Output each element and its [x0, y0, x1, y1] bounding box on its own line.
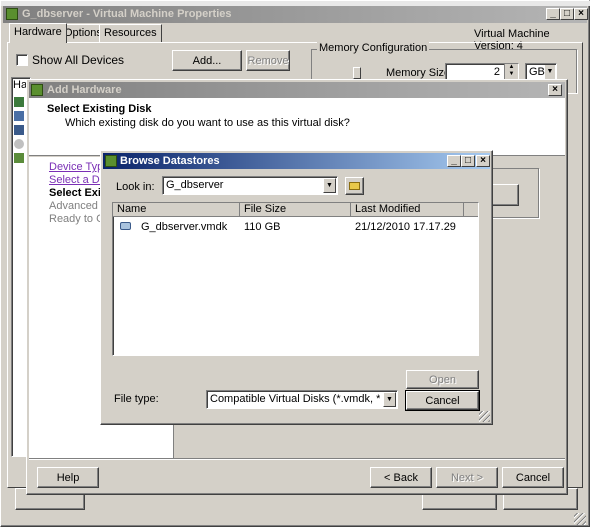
- memory-size-label: Memory Size:: [386, 67, 454, 79]
- vm-properties-title: G_dbserver - Virtual Machine Properties: [22, 8, 232, 20]
- memory-configuration-label: Memory Configuration: [317, 42, 430, 54]
- vm-icon: [6, 8, 18, 20]
- wizard-separator: [29, 458, 565, 460]
- column-name[interactable]: Name: [113, 203, 240, 217]
- memory-size-value: 2: [493, 66, 500, 78]
- next-button[interactable]: Next >: [436, 467, 498, 488]
- look-in-select[interactable]: G_dbserver ▼: [162, 176, 338, 195]
- browse-titlebar[interactable]: Browse Datastores _ □ ×: [103, 153, 490, 169]
- show-all-devices-label: Show All Devices: [32, 53, 125, 67]
- cdrom-icon: [14, 139, 24, 149]
- chevron-down-icon: ▼: [383, 392, 396, 407]
- remove-device-button[interactable]: Remove: [246, 50, 290, 71]
- browse-icon: [105, 155, 117, 167]
- chevron-down-icon: ▼: [545, 65, 555, 79]
- resize-grip-icon[interactable]: [574, 513, 586, 525]
- folder-up-glyph: [349, 182, 360, 190]
- back-button[interactable]: < Back: [370, 467, 432, 488]
- browse-cancel-button[interactable]: Cancel: [405, 390, 480, 411]
- column-filler: [464, 203, 478, 217]
- show-all-devices-checkbox[interactable]: [16, 54, 28, 66]
- resize-grip-icon[interactable]: [479, 411, 490, 422]
- look-in-value: G_dbserver: [166, 179, 224, 191]
- file-list[interactable]: Name File Size Last Modified G_dbserver.…: [112, 202, 479, 356]
- disk-file-icon: [120, 222, 131, 230]
- help-button[interactable]: Help: [37, 467, 99, 488]
- file-type-select[interactable]: Compatible Virtual Disks (*.vmdk, *.dsk,…: [206, 390, 398, 409]
- memory-unit-value: GB: [529, 66, 545, 78]
- add-device-button[interactable]: Add...: [172, 50, 242, 71]
- minimize-icon[interactable]: _: [546, 8, 560, 20]
- file-type-label: File type:: [114, 393, 159, 405]
- maximize-icon[interactable]: □: [560, 8, 574, 20]
- hardware-list-header: Ha: [13, 79, 28, 91]
- memory-icon: [14, 97, 24, 107]
- tab-hardware[interactable]: Hardware: [9, 23, 67, 43]
- wizard-heading: Select Existing Disk: [47, 103, 152, 115]
- add-hardware-icon: [31, 84, 43, 96]
- list-item[interactable]: G_dbserver.vmdk 110 GB 21/12/2010 17.17.…: [113, 220, 478, 235]
- column-file-size[interactable]: File Size: [240, 203, 351, 217]
- memory-spinner[interactable]: ▲ ▼: [504, 64, 518, 80]
- wizard-step-select-existing: Select Exis: [49, 187, 108, 199]
- close-icon[interactable]: ×: [548, 84, 562, 96]
- vm-properties-titlebar[interactable]: G_dbserver - Virtual Machine Properties …: [3, 6, 588, 23]
- memory-slider-thumb[interactable]: [353, 67, 361, 79]
- file-size: 110 GB: [244, 221, 281, 233]
- browse-datastores-dialog: Browse Datastores _ □ × Look in: G_dbser…: [100, 150, 493, 425]
- floppy-icon: [14, 125, 24, 135]
- file-modified: 21/12/2010 17.17.29: [355, 221, 456, 233]
- up-one-level-icon[interactable]: [345, 177, 364, 195]
- wizard-cancel-button[interactable]: Cancel: [502, 467, 564, 488]
- look-in-label: Look in:: [116, 181, 155, 193]
- wizard-header: Select Existing Disk Which existing disk…: [29, 98, 565, 156]
- cpu-icon: [14, 111, 24, 121]
- close-icon[interactable]: ×: [574, 8, 588, 20]
- add-hardware-title: Add Hardware: [47, 84, 122, 96]
- network-icon: [14, 153, 24, 163]
- minimize-icon[interactable]: _: [447, 155, 461, 167]
- column-last-modified[interactable]: Last Modified: [351, 203, 464, 217]
- chevron-down-icon: ▼: [323, 178, 336, 193]
- file-name: G_dbserver.vmdk: [141, 221, 228, 233]
- browse-title: Browse Datastores: [120, 155, 220, 167]
- open-button[interactable]: Open: [406, 370, 479, 389]
- close-icon[interactable]: ×: [476, 155, 490, 167]
- add-hardware-titlebar[interactable]: Add Hardware ×: [29, 82, 565, 98]
- tab-resources[interactable]: Resources: [99, 24, 162, 42]
- wizard-subheading: Which existing disk do you want to use a…: [65, 117, 350, 129]
- file-type-value: Compatible Virtual Disks (*.vmdk, *.dsk,…: [210, 393, 380, 405]
- maximize-icon[interactable]: □: [461, 155, 475, 167]
